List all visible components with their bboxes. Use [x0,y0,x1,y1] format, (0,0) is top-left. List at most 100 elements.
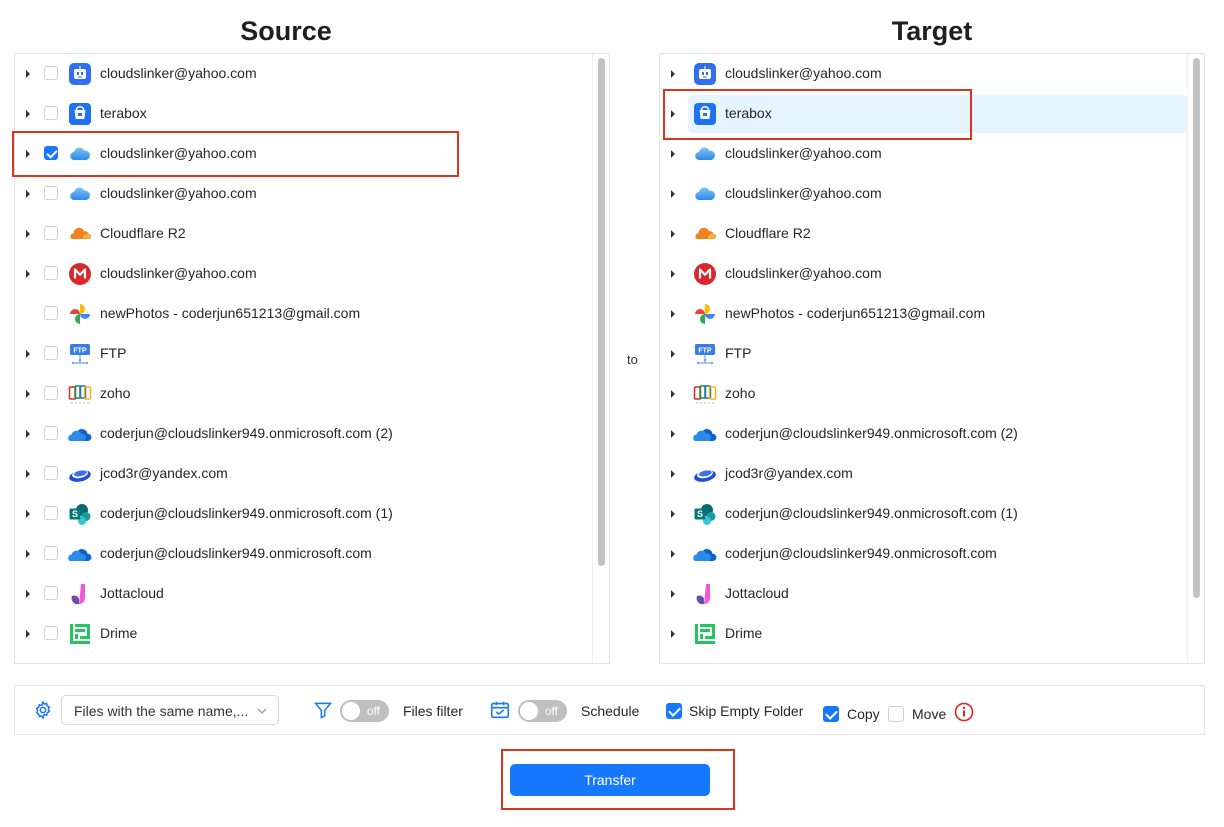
target-row-label: coderjun@cloudslinker949.onmicrosoft.com… [725,505,1018,521]
target-tree-row[interactable]: coderjun@cloudslinker949.onmicrosoft.com… [660,414,1204,454]
icloud-icon [693,182,717,206]
source-row-checkbox[interactable] [44,106,58,120]
target-scrollbar[interactable] [1187,54,1204,663]
expand-caret-icon[interactable] [26,390,30,398]
target-tree-row[interactable]: Scoderjun@cloudslinker949.onmicrosoft.co… [660,494,1204,534]
transfer-button[interactable]: Transfer [510,764,710,796]
source-tree-row[interactable]: terabox [15,94,609,134]
source-tree-row[interactable]: jcod3r@yandex.com [15,454,609,494]
source-row-checkbox[interactable] [44,506,58,520]
source-row-checkbox[interactable] [44,266,58,280]
source-row-checkbox[interactable] [44,346,58,360]
target-tree-row[interactable]: zoho [660,374,1204,414]
target-row-label: FTP [725,345,752,361]
expand-caret-icon[interactable] [671,590,675,598]
target-row-label: cloudslinker@yahoo.com [725,145,882,161]
target-tree-row[interactable]: cloudslinker@yahoo.com [660,174,1204,214]
expand-caret-icon[interactable] [26,510,30,518]
expand-caret-icon[interactable] [26,230,30,238]
expand-caret-icon[interactable] [26,630,30,638]
source-row-checkbox[interactable] [44,186,58,200]
target-row-label: Drime [725,625,763,641]
source-row-checkbox[interactable] [44,426,58,440]
expand-caret-icon[interactable] [671,430,675,438]
expand-caret-icon[interactable] [26,110,30,118]
source-row-checkbox[interactable] [44,466,58,480]
source-row-checkbox[interactable] [44,306,58,320]
expand-caret-icon[interactable] [671,390,675,398]
expand-caret-icon[interactable] [671,630,675,638]
onedrive-icon [693,542,717,566]
ftp-icon: FTP [68,342,92,366]
source-tree-row[interactable]: cloudslinker@yahoo.com [15,174,609,214]
source-row-label: cloudslinker@yahoo.com [100,65,257,81]
copy-checkbox[interactable] [823,706,839,722]
target-tree-row[interactable]: Drime [660,614,1204,654]
source-tree-row[interactable]: zoho [15,374,609,414]
source-row-label: cloudslinker@yahoo.com [100,185,257,201]
expand-caret-icon[interactable] [671,270,675,278]
gear-icon[interactable] [33,700,53,725]
expand-caret-icon[interactable] [671,150,675,158]
source-tree-row[interactable]: cloudslinker@yahoo.com [15,54,609,94]
yandex-disk-icon [693,462,717,486]
source-tree-row[interactable]: newPhotos - coderjun651213@gmail.com [15,294,609,334]
conflict-policy-select[interactable]: Files with the same name,... [61,695,279,725]
expand-caret-icon[interactable] [671,470,675,478]
skip-empty-folder-label: Skip Empty Folder [689,703,804,719]
source-row-checkbox[interactable] [44,586,58,600]
expand-caret-icon[interactable] [26,270,30,278]
files-filter-toggle[interactable]: off [340,700,389,722]
skip-empty-folder-checkbox[interactable] [666,703,682,719]
expand-caret-icon[interactable] [671,190,675,198]
source-tree-row[interactable]: Scoderjun@cloudslinker949.onmicrosoft.co… [15,494,609,534]
expand-caret-icon[interactable] [671,310,675,318]
schedule-toggle[interactable]: off [518,700,567,722]
expand-caret-icon[interactable] [671,510,675,518]
onedrive-icon [693,422,717,446]
target-tree-row[interactable]: newPhotos - coderjun651213@gmail.com [660,294,1204,334]
expand-caret-icon[interactable] [26,190,30,198]
expand-caret-icon[interactable] [26,470,30,478]
target-tree-row[interactable]: Jottacloud [660,574,1204,614]
target-tree-row[interactable]: coderjun@cloudslinker949.onmicrosoft.com [660,534,1204,574]
target-tree-row[interactable]: cloudslinker@yahoo.com [660,254,1204,294]
expand-caret-icon[interactable] [26,430,30,438]
source-row-checkbox[interactable] [44,626,58,640]
target-scrollbar-thumb[interactable] [1193,58,1200,598]
target-tree-row[interactable]: FTP FTP [660,334,1204,374]
expand-caret-icon[interactable] [671,70,675,78]
source-tree-row[interactable]: Cloudflare R2 [15,214,609,254]
jottacloud-icon [68,582,92,606]
source-row-label: Cloudflare R2 [100,225,186,241]
source-tree-row[interactable]: coderjun@cloudslinker949.onmicrosoft.com [15,534,609,574]
source-tree-row[interactable]: coderjun@cloudslinker949.onmicrosoft.com… [15,414,609,454]
expand-caret-icon[interactable] [26,590,30,598]
target-row-label: Jottacloud [725,585,789,601]
zoho-icon [68,382,92,406]
target-tree-row[interactable]: cloudslinker@yahoo.com [660,54,1204,94]
source-row-checkbox[interactable] [44,226,58,240]
source-row-checkbox[interactable] [44,386,58,400]
expand-caret-icon[interactable] [26,70,30,78]
source-row-checkbox[interactable] [44,66,58,80]
source-tree-row[interactable]: Drime [15,614,609,654]
source-row-checkbox[interactable] [44,546,58,560]
source-tree-row[interactable]: Jottacloud [15,574,609,614]
expand-caret-icon[interactable] [26,550,30,558]
expand-caret-icon[interactable] [671,350,675,358]
target-tree-row[interactable]: Cloudflare R2 [660,214,1204,254]
expand-caret-icon[interactable] [671,230,675,238]
expand-caret-icon[interactable] [26,350,30,358]
source-scrollbar-thumb[interactable] [598,58,605,566]
target-tree-row[interactable]: jcod3r@yandex.com [660,454,1204,494]
source-tree-row[interactable]: FTP FTP [15,334,609,374]
source-scrollbar[interactable] [592,54,609,663]
calendar-icon [489,699,511,726]
move-checkbox[interactable] [888,706,904,722]
target-tree-row[interactable]: cloudslinker@yahoo.com [660,134,1204,174]
info-icon[interactable] [954,702,974,727]
expand-caret-icon[interactable] [671,550,675,558]
source-tree-row[interactable]: cloudslinker@yahoo.com [15,254,609,294]
source-row-label: newPhotos - coderjun651213@gmail.com [100,305,361,321]
